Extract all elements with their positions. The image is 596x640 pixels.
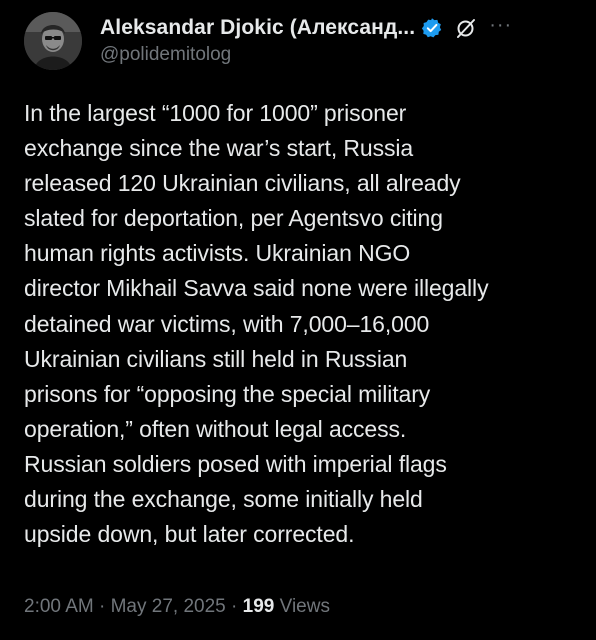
tweet-text: In the largest “1000 for 1000” prisoner … <box>24 96 580 552</box>
name-row: Aleksandar Djokic (Александ... ··· <box>100 14 576 42</box>
more-options-icon[interactable]: ··· <box>489 15 512 35</box>
display-name[interactable]: Aleksandar Djokic (Александ... <box>100 16 415 40</box>
grok-icon[interactable] <box>455 17 477 39</box>
verified-badge-icon[interactable] <box>421 17 443 39</box>
views-label: Views <box>274 596 330 617</box>
tweet-text-line: director Mikhail Savva said none were il… <box>24 275 489 302</box>
tweet-time[interactable]: 2:00 AM <box>24 596 94 617</box>
tweet-text-line: Russian soldiers posed with imperial fla… <box>24 450 447 477</box>
views-count[interactable]: 199 <box>243 596 275 617</box>
tweet-text-line: released 120 Ukrainian civilians, all al… <box>24 170 461 197</box>
avatar[interactable] <box>24 12 82 70</box>
meta-separator: · <box>225 596 243 617</box>
tweet-text-line: operation,” often without legal access. <box>24 415 407 442</box>
handle[interactable]: @polidemitolog <box>100 44 576 66</box>
tweet-text-line: human rights activists. Ukrainian NGO <box>24 240 411 267</box>
tweet-date[interactable]: May 27, 2025 <box>111 596 226 617</box>
tweet-meta: 2:00 AM · May 27, 2025 · 199 Views <box>24 596 330 618</box>
avatar-image <box>24 12 82 70</box>
tweet: Aleksandar Djokic (Александ... ··· @poli… <box>0 0 596 640</box>
tweet-text-line: during the exchange, some initially held <box>24 486 423 513</box>
tweet-text-line: exchange since the war’s start, Russia <box>24 135 414 162</box>
tweet-text-line: prisons for “opposing the special milita… <box>24 380 431 407</box>
meta-separator: · <box>93 596 111 617</box>
tweet-text-line: detained war victims, with 7,000–16,000 <box>24 310 430 337</box>
tweet-text-line: Ukrainian civilians still held in Russia… <box>24 345 408 372</box>
tweet-text-line: In the largest “1000 for 1000” prisoner <box>24 100 407 126</box>
tweet-text-line: upside down, but later corrected. <box>24 521 355 548</box>
tweet-header: Aleksandar Djokic (Александ... ··· @poli… <box>100 14 576 74</box>
tweet-text-line: slated for deportation, per Agentsvo cit… <box>24 205 443 232</box>
